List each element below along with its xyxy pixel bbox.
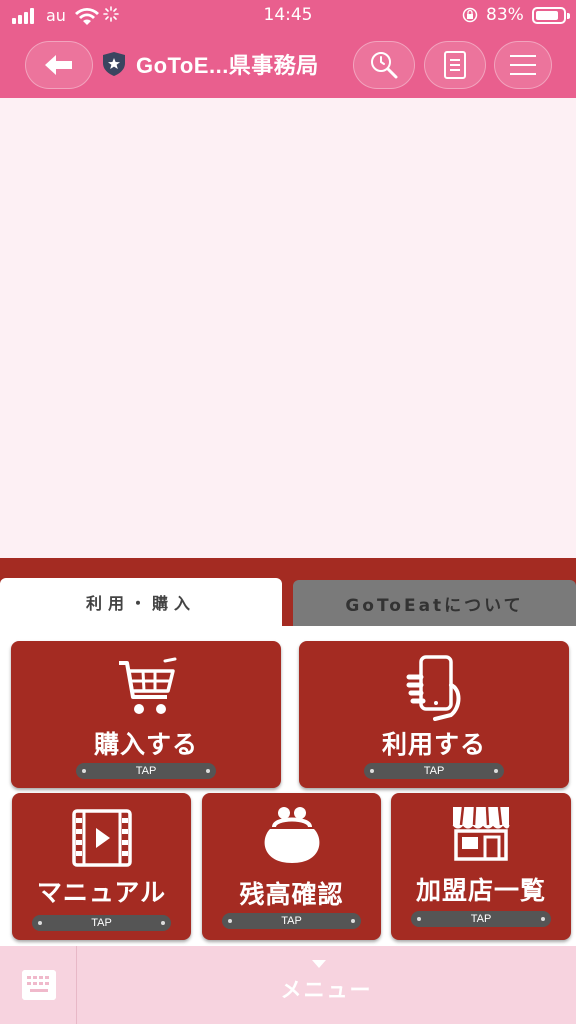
tap-badge: TAP	[32, 915, 171, 931]
purchase-button[interactable]: 購入する TAP	[11, 641, 281, 788]
use-button[interactable]: 利用する TAP	[299, 641, 569, 788]
coin-purse-icon	[264, 807, 320, 863]
keyboard-toggle[interactable]	[0, 946, 77, 1024]
member-stores-button[interactable]: 加盟店一覧 TAP	[391, 793, 571, 940]
shield-star-icon	[103, 52, 125, 76]
tap-badge: TAP	[364, 763, 504, 779]
status-bar: au 14:45 83%	[0, 0, 576, 32]
manual-label: マニュアル	[36, 878, 167, 907]
app-header: au 14:45 83% GoToE...県事務局	[0, 0, 576, 98]
smartphone-hand-icon	[406, 655, 461, 721]
back-button[interactable]	[25, 41, 93, 89]
shopping-cart-icon	[119, 657, 177, 714]
search-button[interactable]	[353, 41, 415, 89]
document-icon	[444, 51, 466, 79]
balance-check-label: 残高確認	[239, 880, 344, 909]
menu-grid: 購入する TAP 利用する TAP マニュアル TAP 残高確認 TAP 加盟店…	[0, 626, 576, 946]
bottom-bar: メニュー	[0, 946, 576, 1024]
battery-percentage: 83%	[486, 5, 524, 25]
balance-check-button[interactable]: 残高確認 TAP	[202, 793, 381, 940]
menu-toggle[interactable]: メニュー	[77, 974, 576, 1004]
content-area	[0, 98, 576, 558]
search-history-icon	[371, 52, 398, 79]
page-title: GoToE...県事務局	[136, 53, 319, 78]
battery-icon	[532, 7, 570, 24]
tap-badge: TAP	[222, 913, 361, 929]
document-button[interactable]	[424, 41, 486, 89]
tab-about-gotoeat[interactable]: GoToEatについて	[293, 580, 576, 626]
use-label: 利用する	[381, 730, 486, 759]
tap-badge: TAP	[411, 911, 551, 927]
purchase-label: 購入する	[93, 730, 198, 759]
chevron-down-icon	[312, 960, 326, 968]
member-stores-label: 加盟店一覧	[415, 876, 546, 905]
manual-button[interactable]: マニュアル TAP	[12, 793, 191, 940]
tab-use-purchase[interactable]: 利用・購入	[0, 578, 282, 626]
video-film-icon	[72, 809, 132, 867]
back-arrow-icon	[45, 55, 72, 75]
page-title-area: GoToE...県事務局	[102, 48, 319, 80]
tab-bar: 利用・購入 GoToEatについて	[0, 578, 576, 626]
rotation-lock-icon	[462, 7, 478, 23]
tap-badge: TAP	[76, 763, 216, 779]
hamburger-menu-icon	[510, 55, 536, 75]
hamburger-menu-button[interactable]	[494, 41, 552, 89]
rich-menu-panel: 利用・購入 GoToEatについて 購入する TAP 利用する TAP マニュア…	[0, 558, 576, 946]
storefront-icon	[452, 806, 510, 861]
keyboard-icon	[22, 970, 56, 1000]
